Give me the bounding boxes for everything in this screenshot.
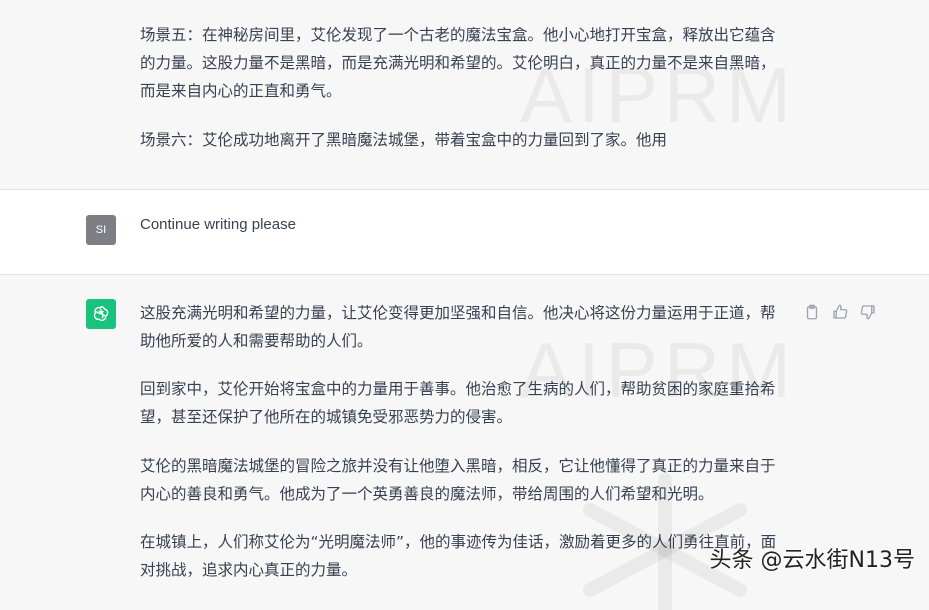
message-paragraph: 场景五：在神秘房间里，艾伦发现了一个古老的魔法宝盒。他小心地打开宝盒，释放出它蕴…: [140, 26, 776, 100]
message-paragraph: 场景六：艾伦成功地离开了黑暗魔法城堡，带着宝盒中的力量回到了家。他用: [140, 131, 668, 149]
thumbs-up-icon[interactable]: [831, 303, 849, 321]
message-actions: [803, 303, 877, 321]
chatgpt-logo-icon: [86, 299, 116, 329]
message-paragraph: 艾伦的黑暗魔法城堡的冒险之旅并没有让他堕入黑暗，相反，它让他懂得了真正的力量来自…: [140, 457, 776, 503]
user-avatar: SI: [86, 215, 116, 245]
user-message: SI Continue writing please: [0, 190, 929, 275]
message-paragraph: 这股充满光明和希望的力量，让艾伦变得更加坚强和自信。他决心将这份力量运用于正道，…: [140, 304, 776, 350]
clipboard-icon[interactable]: [803, 303, 821, 321]
message-paragraph: 回到家中，艾伦开始将宝盒中的力量用于善事。他治愈了生病的人们，帮助贫困的家庭重拾…: [140, 380, 776, 426]
assistant-message-previous: AIPRM 场景五：在神秘房间里，艾伦发现了一个古老的魔法宝盒。他小心地打开宝盒…: [0, 0, 929, 190]
source-watermark: 头条 @云水街N13号: [709, 548, 915, 573]
user-message-text: Continue writing please: [140, 216, 296, 233]
thumbs-down-icon[interactable]: [859, 303, 877, 321]
message-paragraph: 在城镇上，人们称艾伦为“光明魔法师”，他的事迹传为佳话，激励着更多的人们勇往直前…: [140, 533, 777, 579]
